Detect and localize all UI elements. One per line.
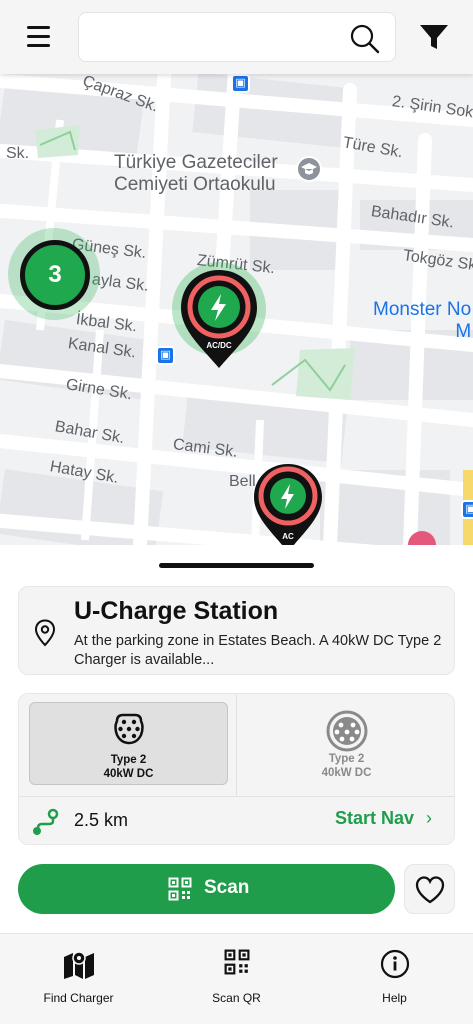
street-label: Sk. <box>6 145 30 162</box>
hamburger-icon[interactable] <box>22 22 56 52</box>
bus-stop-icon[interactable]: ▣ <box>156 346 175 365</box>
poi-school-line: Cemiyeti Ortaokulu <box>114 174 276 195</box>
poi-monster-label[interactable]: Monster No M <box>373 299 471 343</box>
qr-code-icon <box>224 949 249 975</box>
tab-label: Find Charger <box>43 991 114 1005</box>
connector-power: 40kW DC <box>103 768 154 780</box>
type2-plug-icon <box>326 710 367 752</box>
tab-label: Help <box>382 991 407 1005</box>
poi-school-line: Türkiye Gazeteciler <box>114 152 278 173</box>
tab-scan-qr[interactable]: Scan QR <box>158 934 315 1024</box>
scan-button[interactable]: Scan <box>18 864 395 914</box>
divider <box>236 694 237 796</box>
qr-code-icon <box>168 877 192 901</box>
tab-find-charger[interactable]: Find Charger <box>0 934 157 1024</box>
search-bar[interactable] <box>78 12 396 62</box>
search-input[interactable] <box>89 25 339 51</box>
connector-option-2[interactable]: Type 2 40kW DC <box>247 702 446 785</box>
connector-type: Type 2 <box>328 753 365 765</box>
location-pin-icon <box>34 619 56 647</box>
scan-label: Scan <box>204 877 250 898</box>
tab-label: Scan QR <box>212 991 261 1005</box>
start-nav-label: Start Nav <box>334 808 414 828</box>
type2-plug-icon <box>113 713 144 745</box>
pin-label: AC/DC <box>206 341 232 350</box>
distance-value: 2.5 km <box>74 810 129 830</box>
connector-option-1[interactable]: Type 2 40kW DC <box>29 702 228 785</box>
station-info-card[interactable]: U-Charge Station At the parking zone in … <box>18 586 455 675</box>
poi-monster-line: Monster No <box>373 299 472 320</box>
search-icon[interactable] <box>349 23 381 55</box>
connector-type: Type 2 <box>110 754 147 766</box>
poi-monster-line: M <box>455 321 472 342</box>
bottom-tab-bar: Find Charger Scan QR Help <box>0 933 473 1024</box>
station-name: U-Charge Station <box>74 597 279 625</box>
bus-stop-icon[interactable]: ▣ <box>231 74 250 93</box>
station-sheet: U-Charge Station At the parking zone in … <box>0 545 473 933</box>
info-icon <box>380 949 409 979</box>
bus-stop-icon[interactable]: ▣ <box>461 500 473 519</box>
start-nav-button[interactable]: Start Nav › <box>335 808 432 829</box>
sheet-drag-handle[interactable] <box>159 563 314 568</box>
favorite-button[interactable] <box>404 864 455 914</box>
map-view[interactable]: Çapraz Sk. Sk. 2. Şirin Sok Türe Sk. Bah… <box>0 0 473 545</box>
chevron-right-icon: › <box>426 808 432 828</box>
heart-icon <box>415 876 445 904</box>
charger-pin-acdc[interactable]: AC/DC <box>178 268 260 374</box>
school-icon <box>296 156 322 182</box>
charger-pin-ac[interactable]: AC <box>252 462 324 545</box>
pin-label: AC <box>282 532 294 541</box>
connector-power: 40kW DC <box>321 767 372 779</box>
tab-help[interactable]: Help <box>316 934 473 1024</box>
divider <box>19 796 454 797</box>
route-icon <box>33 808 59 835</box>
funnel-icon[interactable] <box>416 20 452 54</box>
cluster-marker[interactable]: 3 <box>20 240 90 310</box>
map-icon <box>63 951 94 979</box>
poi-school-label[interactable]: Türkiye Gazeteciler Cemiyeti Ortaokulu <box>114 152 278 196</box>
station-description: At the parking zone in Estates Beach. A … <box>74 633 442 668</box>
top-bar <box>0 0 473 74</box>
connector-card: Type 2 40kW DC Type 2 40kW DC 2.5 km Sta… <box>18 693 455 845</box>
